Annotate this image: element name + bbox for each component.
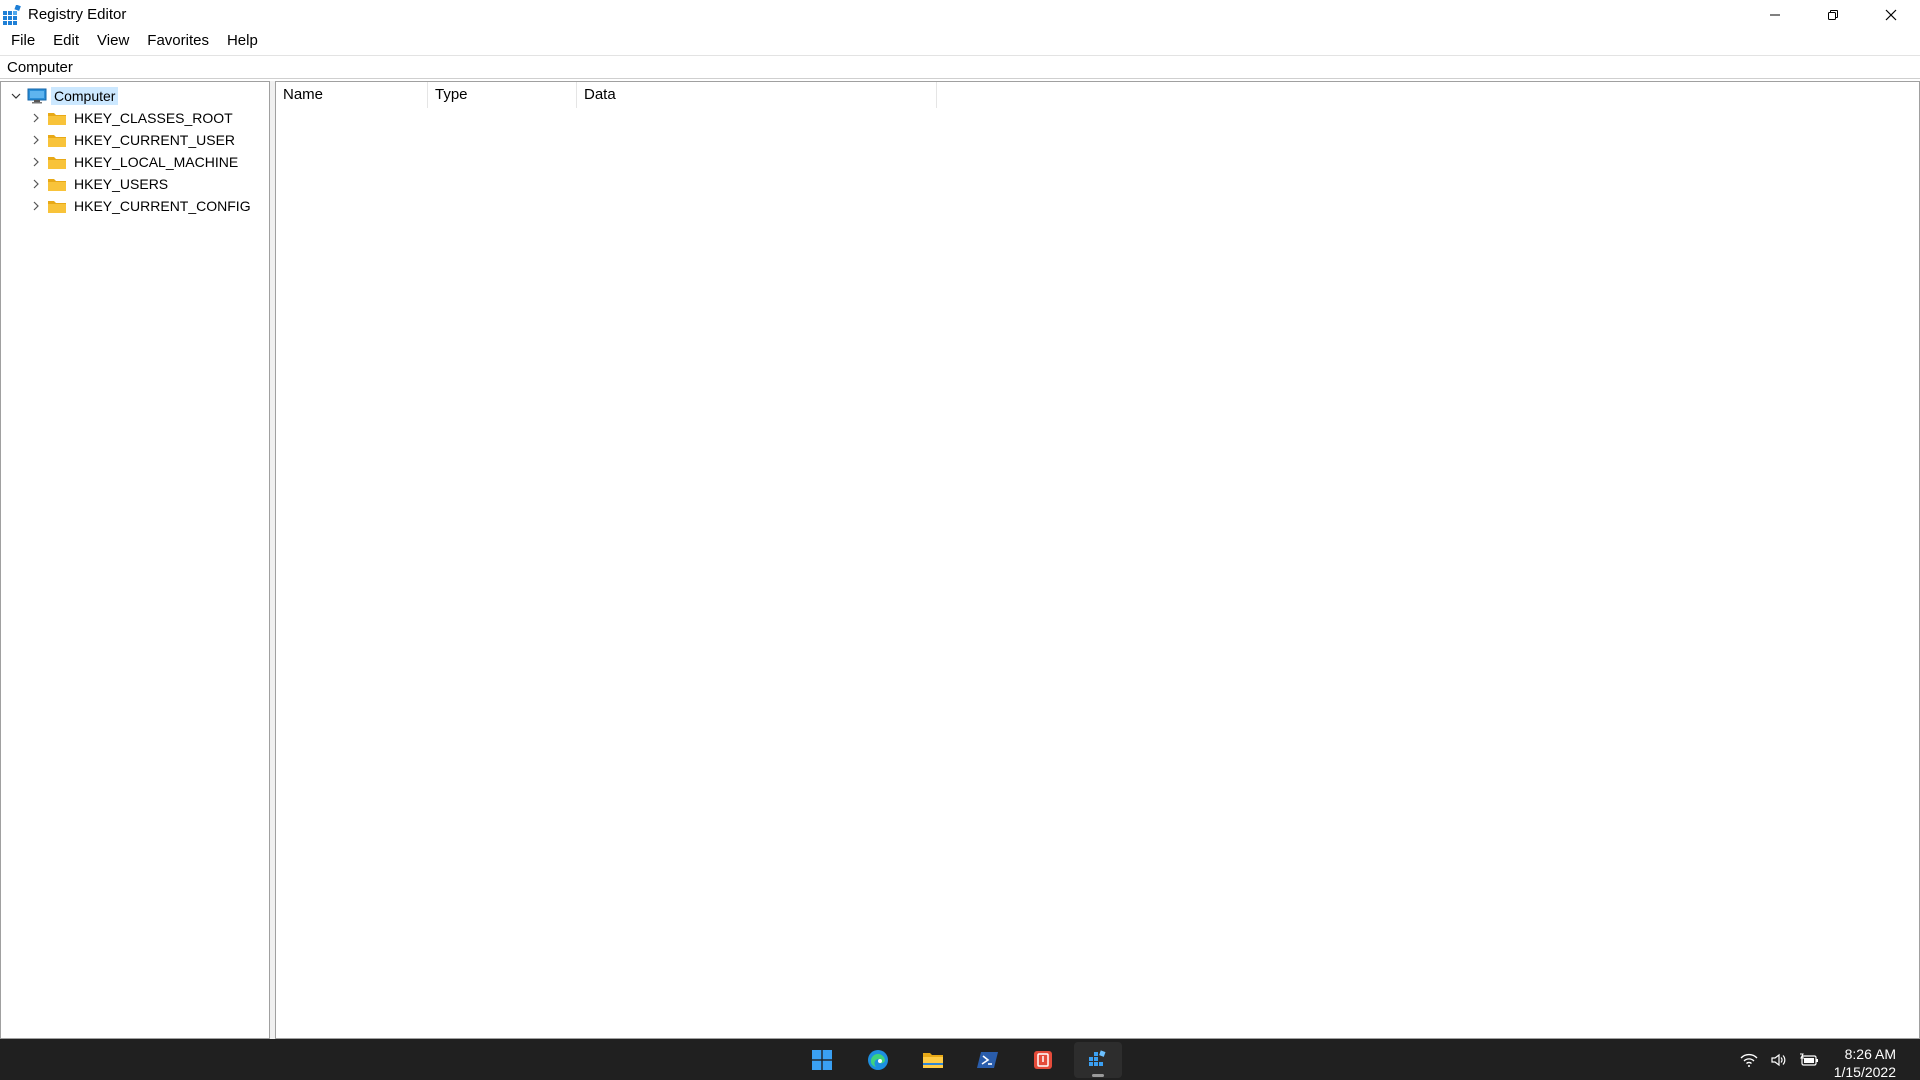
address-bar[interactable]: Computer <box>0 55 1920 79</box>
volume-icon[interactable] <box>1764 1039 1794 1080</box>
office-icon <box>1034 1051 1052 1069</box>
minimize-icon <box>1770 14 1780 15</box>
tree-item-label: HKEY_CURRENT_CONFIG <box>74 198 251 214</box>
start-button[interactable] <box>798 1042 846 1078</box>
taskbar-file-explorer[interactable] <box>909 1042 957 1078</box>
close-button[interactable] <box>1862 0 1920 29</box>
folder-icon <box>47 176 67 192</box>
taskbar-edge[interactable] <box>854 1042 902 1078</box>
edge-icon <box>868 1050 888 1070</box>
tree-item-hkey-current-config[interactable]: HKEY_CURRENT_CONFIG <box>29 195 254 217</box>
battery-icon[interactable] <box>1794 1039 1824 1080</box>
chevron-right-icon[interactable] <box>29 133 43 147</box>
registry-editor-icon <box>1089 1050 1106 1066</box>
chevron-right-icon[interactable] <box>29 111 43 125</box>
restore-icon <box>1828 9 1838 20</box>
computer-icon <box>27 88 47 104</box>
window-controls <box>1746 0 1920 29</box>
chevron-right-icon[interactable] <box>29 155 43 169</box>
tree-item-computer[interactable]: Computer <box>9 85 119 107</box>
clock-date: 1/15/2022 <box>1833 1063 1896 1080</box>
folder-icon <box>47 154 67 170</box>
taskbar-office[interactable] <box>1019 1042 1067 1078</box>
tree-item-label: HKEY_CURRENT_USER <box>74 132 236 148</box>
values-list[interactable]: Name Type Data <box>275 81 1920 1039</box>
column-header-data[interactable]: Data <box>577 82 937 108</box>
list-header: Name Type Data <box>276 82 937 108</box>
taskbar-powershell[interactable] <box>964 1042 1012 1078</box>
folder-icon <box>47 110 67 126</box>
tree-item-hkey-users[interactable]: HKEY_USERS <box>29 173 171 195</box>
title-bar: Registry Editor <box>0 0 1920 29</box>
registry-editor-icon <box>2 3 22 25</box>
chevron-right-icon[interactable] <box>29 199 43 213</box>
menu-help[interactable]: Help <box>218 29 267 53</box>
restore-button[interactable] <box>1804 0 1862 29</box>
tree-item-hkey-current-user[interactable]: HKEY_CURRENT_USER <box>29 129 238 151</box>
address-path: Computer <box>7 58 73 76</box>
close-icon <box>1885 9 1897 20</box>
tree-item-label: HKEY_USERS <box>74 176 169 192</box>
start-icon <box>812 1050 832 1070</box>
menu-bar: File Edit View Favorites Help <box>0 29 267 53</box>
clock-time: 8:26 AM <box>1844 1045 1896 1062</box>
tree-pane[interactable]: Computer HKEY_CLASSES_ROOT HKEY_CURRENT_… <box>0 81 270 1039</box>
file-explorer-icon <box>923 1053 943 1068</box>
chevron-down-icon[interactable] <box>9 89 23 103</box>
tree-item-hkey-classes-root[interactable]: HKEY_CLASSES_ROOT <box>29 107 236 129</box>
tree-item-label: HKEY_CLASSES_ROOT <box>74 110 233 126</box>
clock[interactable]: 8:26 AM 1/15/2022 <box>1824 1045 1920 1080</box>
window-title: Registry Editor <box>28 6 127 23</box>
taskbar: 8:26 AM 1/15/2022 <box>0 1039 1920 1080</box>
menu-favorites[interactable]: Favorites <box>138 29 218 53</box>
minimize-button[interactable] <box>1746 0 1804 29</box>
folder-icon <box>47 132 67 148</box>
tree-item-label: HKEY_LOCAL_MACHINE <box>74 154 239 170</box>
menu-file[interactable]: File <box>2 29 44 53</box>
tree-item-hkey-local-machine[interactable]: HKEY_LOCAL_MACHINE <box>29 151 241 173</box>
column-header-name[interactable]: Name <box>276 82 428 108</box>
menu-view[interactable]: View <box>88 29 138 53</box>
tree-item-label: Computer <box>51 87 119 105</box>
chevron-right-icon[interactable] <box>29 177 43 191</box>
menu-edit[interactable]: Edit <box>44 29 88 53</box>
powershell-icon <box>977 1052 998 1068</box>
taskbar-registry-editor[interactable] <box>1074 1042 1122 1078</box>
active-app-indicator <box>1092 1074 1104 1077</box>
wifi-icon[interactable] <box>1734 1039 1764 1080</box>
system-tray: 8:26 AM 1/15/2022 <box>1734 1039 1920 1080</box>
folder-icon <box>47 198 67 214</box>
column-header-type[interactable]: Type <box>428 82 577 108</box>
